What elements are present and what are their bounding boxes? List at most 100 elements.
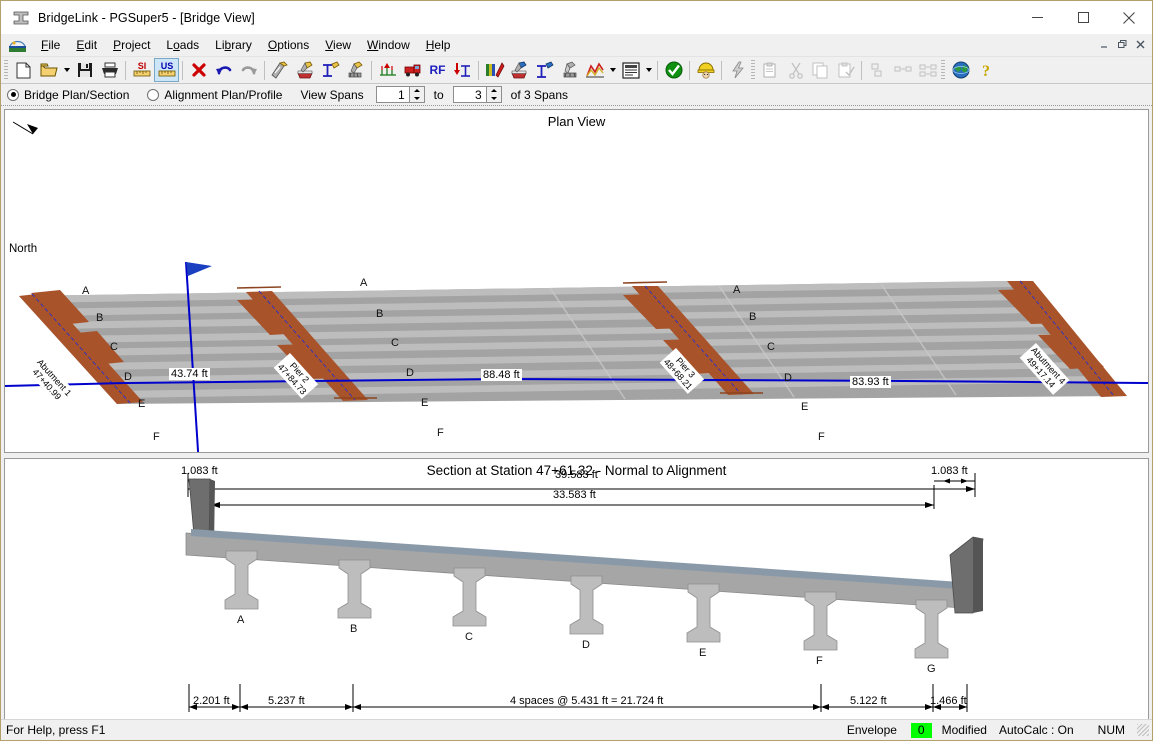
- svg-text:E: E: [421, 397, 428, 409]
- delete-icon[interactable]: [186, 58, 211, 82]
- toolbar-grip[interactable]: [4, 60, 8, 80]
- to-label: to: [434, 88, 444, 102]
- svg-text:F: F: [818, 431, 825, 443]
- span-to-decrement[interactable]: [487, 95, 501, 103]
- mdi-restore-button[interactable]: [1114, 36, 1131, 52]
- plan-view-drawing: AAA BBB CCC DDD EEE FFF GGG HHHH: [5, 110, 1149, 452]
- cut-icon[interactable]: [783, 58, 808, 82]
- save-icon[interactable]: [72, 58, 97, 82]
- span-from-increment[interactable]: [410, 87, 424, 95]
- menu-file[interactable]: File: [33, 36, 68, 54]
- paste-special-icon[interactable]: [758, 58, 783, 82]
- mdi-close-button[interactable]: [1132, 36, 1149, 52]
- print-icon[interactable]: [97, 58, 122, 82]
- svg-text:US: US: [160, 61, 173, 71]
- loads-icon[interactable]: [375, 58, 400, 82]
- section-view-pane[interactable]: Section at Station 47+61.32 - Normal to …: [4, 458, 1149, 727]
- align-left-icon[interactable]: [865, 58, 890, 82]
- open-file-icon[interactable]: [36, 58, 61, 82]
- menu-project[interactable]: Project: [105, 36, 158, 54]
- report-icon[interactable]: [618, 58, 643, 82]
- analysis-icon[interactable]: [693, 58, 718, 82]
- svg-text:B: B: [376, 308, 383, 320]
- status-count-badge[interactable]: 0: [911, 723, 932, 738]
- report-dropdown-icon[interactable]: [643, 58, 654, 82]
- edit-deck-icon[interactable]: [293, 58, 318, 82]
- status-modified: Modified: [934, 723, 999, 737]
- graph-icon[interactable]: [582, 58, 607, 82]
- maximize-button[interactable]: [1060, 1, 1106, 34]
- grid-icon[interactable]: [915, 58, 940, 82]
- girder-report-icon[interactable]: [532, 58, 557, 82]
- bottom-dimension-5: 1.466 ft: [930, 695, 967, 707]
- paste-icon[interactable]: [833, 58, 858, 82]
- design-girder-icon[interactable]: [450, 58, 475, 82]
- svg-text:D: D: [582, 639, 590, 651]
- radio-alignment-plan-profile-label: Alignment Plan/Profile: [164, 88, 282, 102]
- span-to-spin-buttons[interactable]: [487, 86, 502, 103]
- distribute-icon[interactable]: [890, 58, 915, 82]
- svg-text:D: D: [784, 372, 792, 384]
- view-spans-label: View Spans: [300, 88, 363, 102]
- menu-edit[interactable]: Edit: [68, 36, 105, 54]
- toolbar-separator: [371, 61, 372, 80]
- menu-loads[interactable]: Loads: [158, 36, 207, 54]
- mdi-minimize-button[interactable]: [1096, 36, 1113, 52]
- span-from-stepper[interactable]: 1: [376, 86, 425, 103]
- svg-text:E: E: [138, 398, 145, 410]
- plan-view-title: Plan View: [5, 114, 1148, 129]
- menu-window[interactable]: Window: [359, 36, 418, 54]
- view-mode-bar: Bridge Plan/Section Alignment Plan/Profi…: [1, 84, 1152, 106]
- svg-text:D: D: [406, 367, 414, 379]
- north-label: North: [9, 243, 37, 255]
- menu-view[interactable]: View: [317, 36, 359, 54]
- toolbar-grip-2[interactable]: [751, 60, 755, 80]
- menu-options[interactable]: Options: [260, 36, 317, 54]
- span-to-value[interactable]: 3: [453, 86, 487, 103]
- edit-roadway-icon[interactable]: [268, 58, 293, 82]
- span-to-stepper[interactable]: 3: [453, 86, 502, 103]
- main-toolbar: SI US: [1, 56, 1152, 84]
- toolbar-separator: [721, 61, 722, 80]
- help-icon[interactable]: ?: [973, 58, 998, 82]
- close-button[interactable]: [1106, 1, 1152, 34]
- span-to-increment[interactable]: [487, 87, 501, 95]
- minimize-button[interactable]: [1014, 1, 1060, 34]
- edit-girder-icon[interactable]: [318, 58, 343, 82]
- edit-pier-icon[interactable]: [343, 58, 368, 82]
- radio-bridge-plan-section[interactable]: Bridge Plan/Section: [7, 88, 129, 102]
- svg-text:B: B: [749, 311, 756, 323]
- svg-text:E: E: [801, 401, 808, 413]
- si-units-icon[interactable]: SI: [129, 58, 154, 82]
- check-status-icon[interactable]: [661, 58, 686, 82]
- toolbar-grip-3[interactable]: [941, 60, 945, 80]
- copy-icon[interactable]: [808, 58, 833, 82]
- haunch-icon[interactable]: [557, 58, 582, 82]
- menu-help[interactable]: Help: [418, 36, 459, 54]
- resize-grip[interactable]: [1137, 724, 1149, 736]
- svg-text:G: G: [927, 663, 936, 675]
- lightning-icon[interactable]: [725, 58, 750, 82]
- svg-text:C: C: [767, 341, 775, 353]
- deck-report-icon[interactable]: [507, 58, 532, 82]
- open-dropdown-icon[interactable]: [61, 58, 72, 82]
- svg-text:F: F: [816, 655, 823, 667]
- window-controls: [1014, 1, 1152, 34]
- span-from-decrement[interactable]: [410, 95, 424, 103]
- redo-icon[interactable]: [236, 58, 261, 82]
- span-from-value[interactable]: 1: [376, 86, 410, 103]
- span-1-dimension: 43.74 ft: [169, 368, 210, 380]
- library-icon[interactable]: [482, 58, 507, 82]
- web-icon[interactable]: [948, 58, 973, 82]
- radio-alignment-plan-profile[interactable]: Alignment Plan/Profile: [147, 88, 282, 102]
- graph-dropdown-icon[interactable]: [607, 58, 618, 82]
- plan-view-pane[interactable]: Plan View: [4, 109, 1149, 453]
- us-units-icon[interactable]: US: [154, 58, 179, 82]
- undo-icon[interactable]: [211, 58, 236, 82]
- new-file-icon[interactable]: [11, 58, 36, 82]
- bridge-view-icon: [8, 37, 27, 54]
- menu-library[interactable]: Library: [207, 36, 260, 54]
- rating-icon[interactable]: RF: [425, 58, 450, 82]
- live-load-icon[interactable]: [400, 58, 425, 82]
- span-from-spin-buttons[interactable]: [410, 86, 425, 103]
